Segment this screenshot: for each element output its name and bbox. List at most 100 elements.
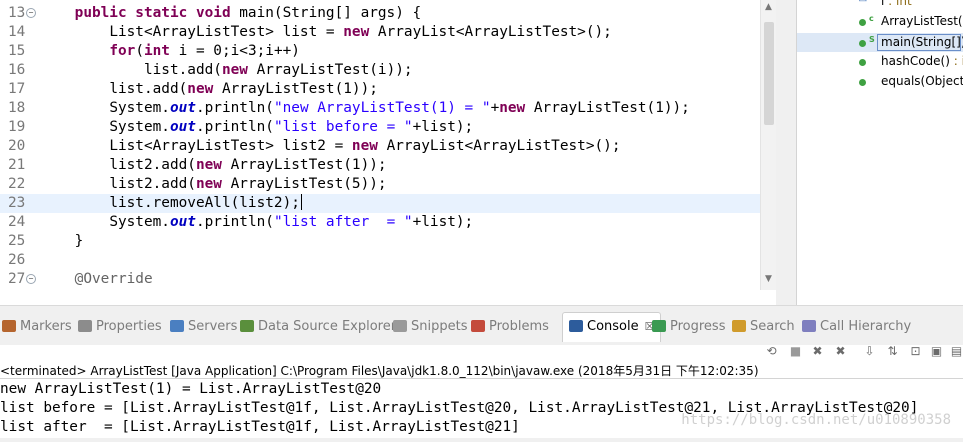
code-line[interactable]: 17 list.add(new ArrayListTest(1)); [0, 80, 760, 99]
code-token: } [74, 233, 84, 249]
outline-item-label: hashCode() : ir [881, 52, 963, 71]
outline-item[interactable]: hashCode() : ir [797, 52, 963, 71]
tab-call-hierarchy[interactable]: Call Hierarchy [802, 313, 911, 341]
code-text[interactable]: List<ArrayListTest> list = new ArrayList… [40, 23, 612, 42]
code-line[interactable]: 15 for(int i = 0;i<3;i++) [0, 42, 760, 61]
outline-item[interactable]: △ i : int [797, 0, 963, 11]
tab-search[interactable]: Search [732, 313, 795, 341]
link-icon[interactable]: ⟲ [765, 345, 778, 358]
field-token: out [169, 100, 196, 116]
outline-item[interactable]: c ArrayListTest(i [797, 12, 963, 31]
fold-collapse-icon[interactable]: − [26, 274, 36, 284]
tab-markers[interactable]: Markers [2, 313, 72, 341]
code-text[interactable]: System.out.println("list after = "+list)… [40, 213, 473, 232]
outline-item-name: hashCode() [881, 54, 950, 68]
code-text[interactable]: list2.add(new ArrayListTest(1)); [40, 156, 386, 175]
editor-vertical-scrollbar[interactable]: ▲ ▼ [760, 0, 776, 290]
field-triangle-icon: △ [859, 0, 867, 7]
keyword-token: for [109, 43, 136, 59]
line-number: 15 [8, 43, 26, 59]
line-number: 21 [8, 157, 26, 173]
code-line[interactable]: 20 List<ArrayListTest> list2 = new Array… [0, 137, 760, 156]
line-number: 16 [8, 62, 26, 78]
pin-icon[interactable]: ⊡ [909, 345, 922, 358]
code-text[interactable]: public static void main(String[] args) { [40, 4, 422, 23]
code-text[interactable]: @Override [40, 270, 153, 289]
code-line[interactable]: 21 list2.add(new ArrayListTest(1)); [0, 156, 760, 175]
tab-problems[interactable]: Problems [471, 313, 549, 341]
tab-console[interactable]: Console ☒ [562, 312, 662, 342]
scroll-up-arrow-icon[interactable]: ▲ [765, 2, 772, 12]
outline-item-name: ArrayListTest(i [881, 14, 963, 28]
keyword-token: int [143, 43, 170, 59]
code-token: System. [109, 214, 170, 230]
tab-label: Problems [489, 319, 549, 334]
scroll-down-arrow-icon[interactable]: ▼ [765, 274, 772, 284]
line-number: 22 [8, 176, 26, 192]
scrollbar-thumb[interactable] [764, 22, 774, 125]
fold-collapse-icon[interactable]: − [26, 8, 36, 18]
tab-data-source-explorer[interactable]: Data Source Explorer [240, 313, 396, 341]
code-token: ArrayListTest(1)); [213, 81, 378, 97]
keyword-token: new [195, 157, 222, 173]
code-editor[interactable]: 13− public static void main(String[] arg… [0, 0, 776, 290]
code-line[interactable]: 14 List<ArrayListTest> list = new ArrayL… [0, 23, 760, 42]
code-line[interactable]: 27− @Override [0, 270, 760, 289]
outline-item-type: : ir [953, 54, 963, 68]
code-line[interactable]: 24 System.out.println("list after = "+li… [0, 213, 760, 232]
modifier-badge: c [869, 14, 874, 23]
code-text[interactable]: System.out.println("list before = "+list… [40, 118, 473, 137]
line-number: 20 [8, 138, 26, 154]
keyword-token: new [499, 100, 526, 116]
code-line[interactable]: 23 list.removeAll(list2); [0, 194, 760, 213]
code-text[interactable]: list.removeAll(list2); [40, 194, 302, 213]
code-text[interactable]: System.out.println("new ArrayListTest(1)… [40, 99, 690, 118]
code-line[interactable]: 26 [0, 251, 760, 270]
code-text[interactable]: list.add(new ArrayListTest(1)); [40, 80, 378, 99]
code-line[interactable]: 25 } [0, 232, 760, 251]
code-line[interactable]: 22 list2.add(new ArrayListTest(5)); [0, 175, 760, 194]
search-icon [732, 320, 746, 332]
word-wrap-icon[interactable]: ⇅ [886, 345, 899, 358]
code-token: main(String[] args) { [230, 5, 422, 21]
code-line[interactable]: 19 System.out.println("list before = "+l… [0, 118, 760, 137]
code-token: list.add( [109, 81, 188, 97]
outline-item[interactable]: Smain(String[]) [797, 33, 963, 52]
code-token: List<ArrayListTest> list = [109, 24, 344, 40]
code-text[interactable]: list2.add(new ArrayListTest(5)); [40, 175, 387, 194]
code-text[interactable]: list.add(new ArrayListTest(i)); [40, 61, 413, 80]
tab-snippets[interactable]: Snippets [393, 313, 467, 341]
remove-all-icon[interactable]: ✖ [834, 345, 847, 358]
open-console-icon[interactable]: ▤ [950, 345, 963, 358]
code-text[interactable]: List<ArrayListTest> list2 = new ArrayLis… [40, 137, 620, 156]
console-horizontal-scrollbar[interactable] [0, 438, 963, 442]
outline-item[interactable]: equals(Object) [797, 72, 963, 91]
code-line[interactable]: 18 System.out.println("new ArrayListTest… [0, 99, 760, 118]
code-line[interactable]: 16 list.add(new ArrayListTest(i)); [0, 61, 760, 80]
code-text[interactable]: } [40, 232, 84, 251]
code-line[interactable]: 13− public static void main(String[] arg… [0, 4, 760, 23]
console-output-line: list after = [List.ArrayListTest@1f, Lis… [0, 419, 520, 435]
code-text[interactable]: for(int i = 0;i<3;i++) [40, 42, 300, 61]
line-number: 14 [8, 24, 26, 40]
tab-servers[interactable]: Servers [170, 313, 237, 341]
display-console-icon[interactable]: ▣ [930, 345, 943, 358]
keyword-token: new [343, 24, 370, 40]
console-terminated-label: <terminated> ArrayListTest [Java Applica… [0, 364, 759, 378]
keyword-token: new [187, 81, 214, 97]
scroll-lock-icon[interactable]: ⇩ [863, 345, 876, 358]
line-number: 18 [8, 100, 26, 116]
editor-outline-splitter[interactable] [776, 0, 796, 305]
code-token: ArrayListTest(5)); [221, 176, 387, 192]
tab-progress[interactable]: Progress [652, 313, 725, 341]
stop-icon[interactable]: ■ [789, 345, 802, 358]
string-token: "list after = " [273, 214, 413, 230]
remove-launch-icon[interactable]: ✖ [811, 345, 824, 358]
tab-properties[interactable]: Properties [78, 313, 162, 341]
